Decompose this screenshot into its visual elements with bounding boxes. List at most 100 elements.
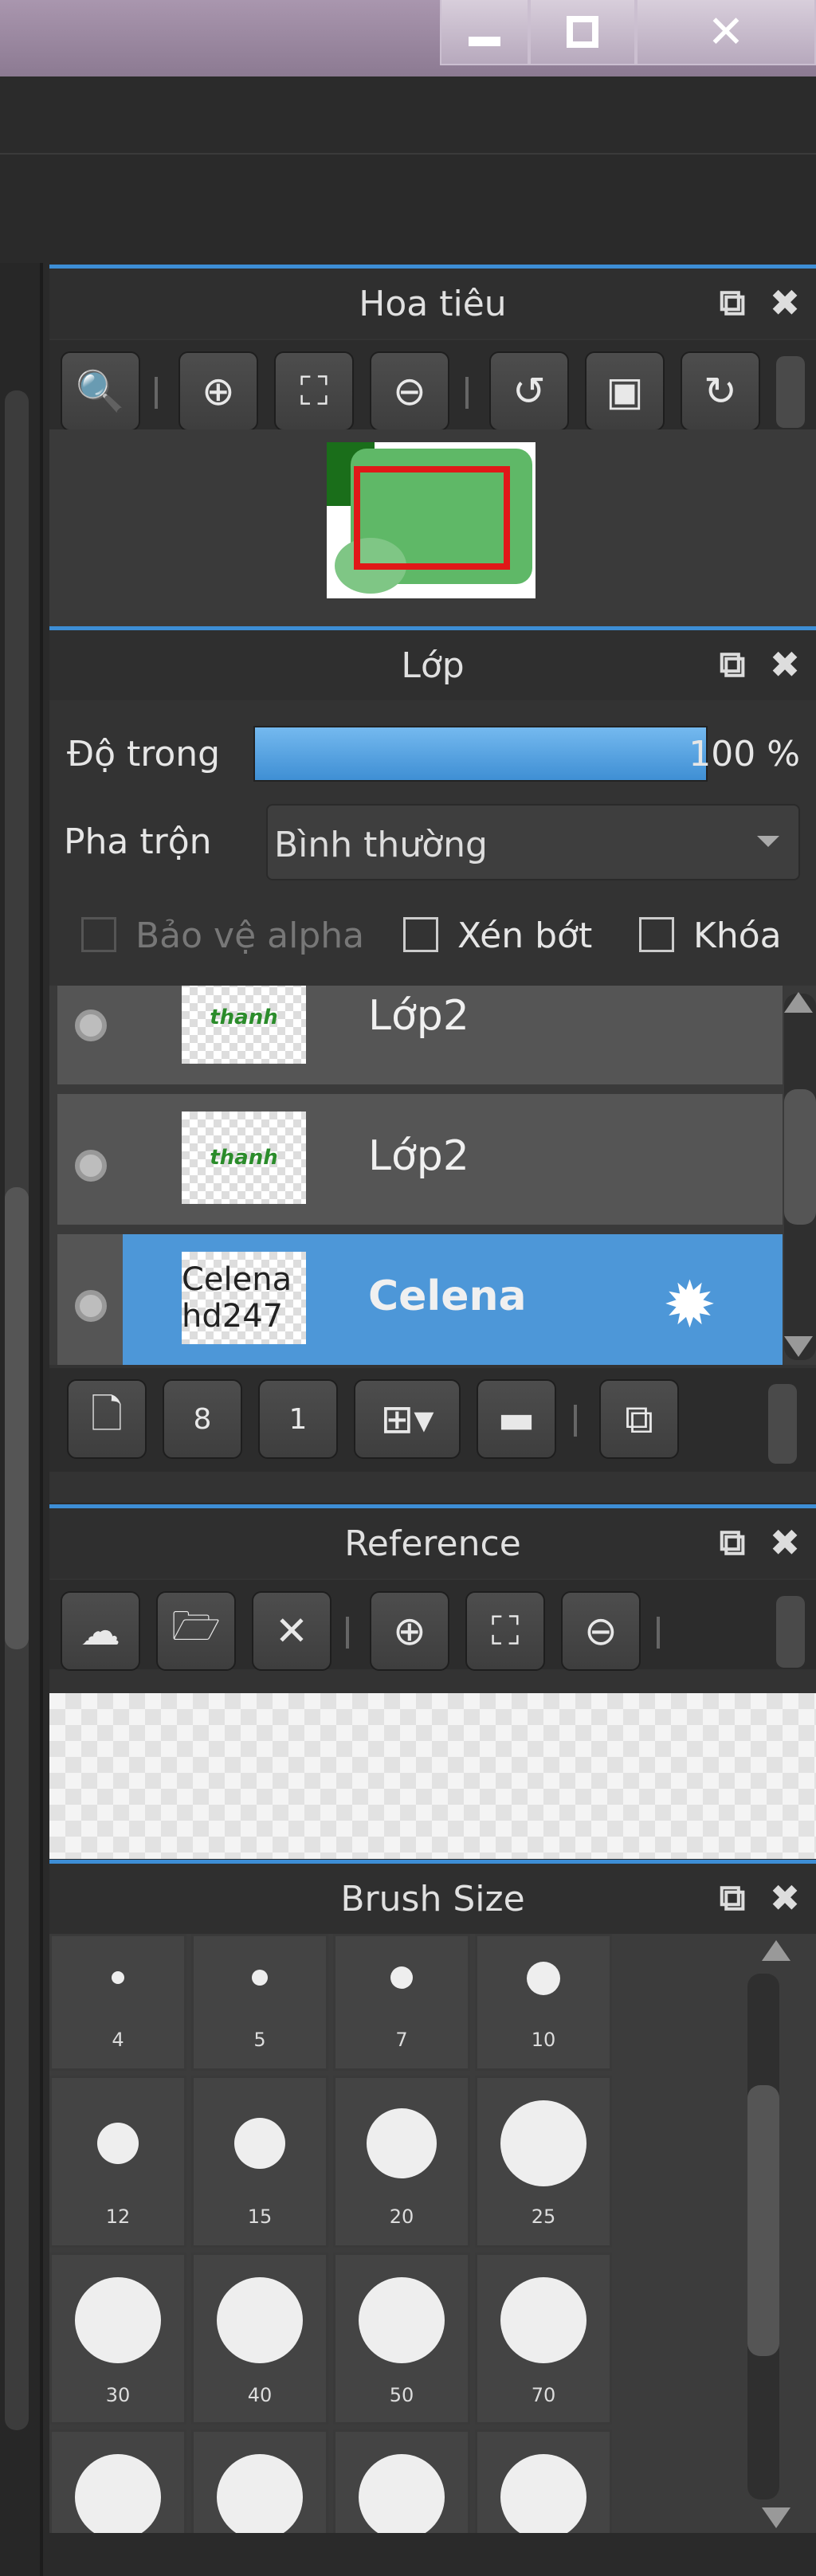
brush-size-cell[interactable]: 12 [49,2076,186,2248]
reference-panel: Reference ⧉ ✖ ☁ 🗁 ✕ ⊕ ⛶ ⊖ [49,1504,816,1859]
layer-name: Celena [368,1272,527,1320]
protect-alpha-label: Bảo vệ alpha [135,916,365,956]
minimize-button[interactable] [440,0,529,65]
brush-size-cell[interactable] [475,2429,612,2533]
left-scrollbar-thumb[interactable] [5,1187,29,1649]
close-window-button[interactable]: ✕ [636,0,816,65]
clear-reference-button[interactable]: ✕ [252,1591,332,1671]
brush-size-cell[interactable]: 20 [333,2076,470,2248]
scroll-down-icon[interactable] [784,1336,813,1357]
settings-gear-icon[interactable]: ✹ [663,1268,716,1342]
layer-row[interactable]: thanh Lớp2 [57,986,783,1089]
layer-row[interactable]: thanh Lớp2 [57,1094,783,1229]
brush-size-grid: 4 5 7 10 12 15 20 25 30 40 50 70 [49,1934,816,2533]
brush-size-cell[interactable] [49,2429,186,2533]
navigator-thumbnail[interactable] [327,442,536,598]
brush-size-scroll-thumb[interactable] [747,2085,779,2356]
chevron-down-icon [757,836,779,847]
new-1bit-layer-button[interactable]: 1 [258,1379,338,1459]
zoom-out-button[interactable]: ⊖ [561,1591,641,1671]
brush-size-cell[interactable]: 7 [333,1934,470,2071]
brush-size-cell[interactable]: 4 [49,1934,186,2071]
blend-mode-select[interactable]: Bình thường [266,804,800,880]
zoom-in-icon: ⊕ [202,368,235,414]
undock-icon: ⧉ [719,280,746,323]
rotate-left-button[interactable]: ↺ [489,351,569,431]
clip-label: Xén bớt [457,916,593,956]
visibility-icon[interactable] [75,1290,107,1322]
brush-size-label: 40 [247,2384,273,2406]
undock-button[interactable]: ⧉ [712,280,752,323]
rotate-right-button[interactable]: ↻ [681,351,760,431]
close-icon: ✕ [275,1608,308,1654]
toolbar-scroll[interactable] [776,1596,805,1668]
brush-size-cell[interactable]: 70 [475,2253,612,2425]
zoom-in-button[interactable]: ⊕ [370,1591,449,1671]
toolbar-separator [465,377,469,409]
navigator-panel: Hoa tiêu ⧉ ✖ 🔍 ⊕ ⛶ ⊖ ↺ ▣ ↻ [49,265,816,627]
brush-size-label: 5 [253,2029,266,2051]
blend-mode-value: Bình thường [274,825,488,865]
brush-size-cell[interactable] [191,2429,328,2533]
layer-list: thanh Lớp2 thanh Lớp2 Celena hd247 Celen… [49,986,816,1365]
layer-list-scroll-thumb[interactable] [784,1089,816,1225]
brush-size-cell[interactable]: 50 [333,2253,470,2425]
rotate-left-icon: ↺ [512,368,546,414]
undock-button[interactable]: ⧉ [712,1520,752,1563]
toolbar-separator [657,1617,660,1649]
layer-title: Lớp [401,645,465,686]
scroll-up-icon[interactable] [762,1940,790,1961]
toolbar-scroll[interactable] [776,356,805,428]
undock-button[interactable]: ⧉ [712,642,752,685]
navigator-preview-area [49,429,816,627]
close-panel-button[interactable]: ✖ [765,1521,805,1564]
brush-size-cell[interactable] [333,2429,470,2533]
blend-label: Pha trộn [64,821,212,862]
brush-size-title: Brush Size [340,1878,525,1919]
layer-row-selected[interactable]: Celena hd247 Celena ✹ [57,1234,783,1365]
layer-8bit-icon: 8 [193,1402,212,1436]
open-file-button[interactable]: 🗁 [156,1591,236,1671]
brush-size-cell[interactable]: 15 [191,2076,328,2248]
fit-view-button[interactable]: ⛶ [274,351,354,431]
scroll-up-icon[interactable] [784,992,813,1013]
brush-size-cell[interactable]: 10 [475,1934,612,2071]
cloud-upload-icon: ☁ [80,1608,120,1654]
new-8bit-layer-button[interactable]: 8 [163,1379,242,1459]
protect-alpha-checkbox[interactable] [81,917,116,952]
toolbar-scroll[interactable] [768,1384,797,1464]
opacity-slider[interactable] [253,726,708,782]
reference-toolbar: ☁ 🗁 ✕ ⊕ ⛶ ⊖ [49,1580,816,1671]
reference-header: Reference ⧉ ✖ [49,1508,816,1578]
brush-size-cell[interactable]: 30 [49,2253,186,2425]
new-folder-button[interactable]: ▬ [477,1379,556,1459]
brush-size-label: 20 [389,2205,414,2228]
fullscreen-button[interactable]: ▣ [585,351,665,431]
close-panel-button[interactable]: ✖ [765,643,805,686]
clip-checkbox[interactable] [403,917,438,952]
close-panel-button[interactable]: ✖ [765,281,805,324]
zoom-in-button[interactable]: ⊕ [178,351,258,431]
restore-button[interactable] [529,0,636,65]
add-layer-dropdown-button[interactable]: ⊞▾ [354,1379,461,1459]
brush-size-cell[interactable]: 5 [191,1934,328,2071]
visibility-icon[interactable] [75,1010,107,1041]
close-panel-button[interactable]: ✖ [765,1876,805,1919]
brush-size-cell[interactable]: 25 [475,2076,612,2248]
zoom-out-button[interactable]: ⊖ [370,351,449,431]
fit-view-button[interactable]: ⛶ [465,1591,545,1671]
scroll-down-icon[interactable] [762,2507,790,2528]
reference-canvas[interactable] [49,1693,816,1859]
brush-size-cell[interactable]: 40 [191,2253,328,2425]
undock-button[interactable]: ⧉ [712,1876,752,1919]
zoom-actual-button[interactable]: 🔍 [61,351,140,431]
navigator-title: Hoa tiêu [359,283,507,324]
lock-checkbox[interactable] [639,917,674,952]
load-canvas-button[interactable]: ☁ [61,1591,140,1671]
visibility-icon[interactable] [75,1150,107,1182]
brush-dot [359,2277,445,2363]
new-layer-button[interactable]: 🗋 [67,1379,147,1459]
duplicate-layer-button[interactable]: ⧉ [599,1379,679,1459]
viewport-rectangle[interactable] [354,466,510,570]
layer-thumbnail: thanh [182,986,306,1064]
